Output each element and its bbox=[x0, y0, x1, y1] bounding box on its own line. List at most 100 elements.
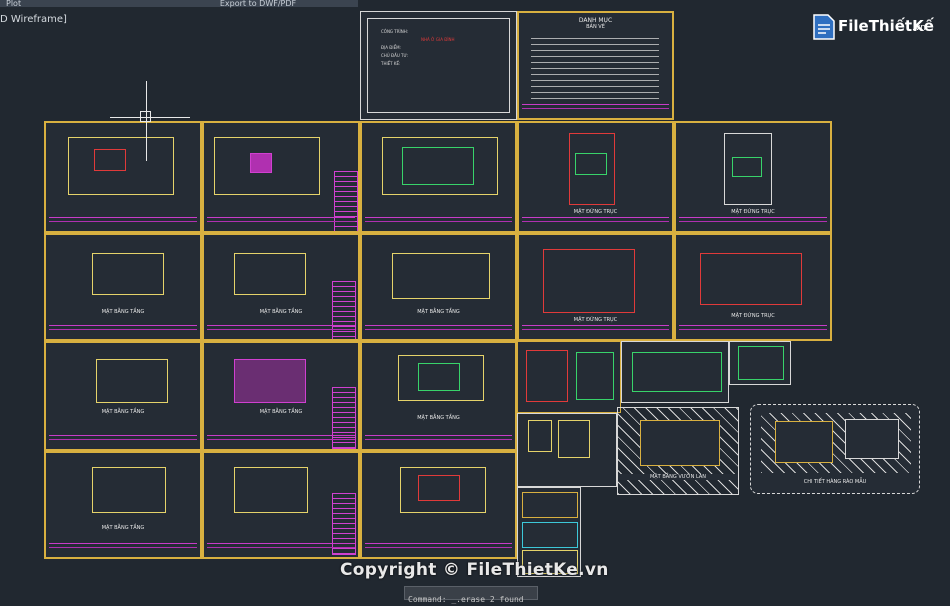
sheet-fence-detail[interactable]: CHI TIẾT HÀNG RÀO MẪU bbox=[750, 404, 920, 494]
window bbox=[575, 153, 607, 175]
title-block bbox=[365, 217, 512, 228]
sheet-electrical-plan-2[interactable]: MẶT BẰNG TẦNG bbox=[202, 341, 360, 451]
export-label: Export to DWF/PDF bbox=[219, 0, 297, 8]
floor-plan-outline bbox=[92, 253, 164, 295]
floor-plan-outline bbox=[392, 253, 490, 299]
pickbox bbox=[140, 111, 151, 122]
window bbox=[732, 157, 762, 177]
drawing-label: MẶT BẰNG TẦNG bbox=[417, 415, 460, 421]
drawing-label: MẶT BẰNG TẦNG bbox=[259, 309, 303, 315]
sheet-second-floor-plan[interactable]: MẶT BẰNG TẦNG bbox=[44, 233, 202, 341]
drawing-label: MẶT ĐỨNG TRỤC bbox=[731, 209, 775, 215]
title-block bbox=[49, 325, 197, 336]
drawing-label: MẶT BẰNG TẦNG bbox=[101, 409, 145, 415]
sheet-furniture-plan[interactable] bbox=[360, 121, 517, 233]
garden-outline bbox=[640, 420, 720, 466]
sheet-garden-plan[interactable]: MẶT BẰNG VƯỜN LAN bbox=[617, 407, 739, 495]
drawing-label: MẶT ĐỨNG TRỤC bbox=[573, 317, 618, 323]
fence-elevation bbox=[845, 419, 899, 459]
cover-line: NHÀ Ở GIA ĐÌNH bbox=[421, 37, 455, 42]
index-sheet[interactable]: DANH MỤC BẢN VẼ bbox=[517, 11, 674, 120]
gate-elevation bbox=[522, 492, 578, 518]
index-subtitle: BẢN VẼ bbox=[586, 24, 605, 30]
sheet-section[interactable]: MẶT ĐỨNG TRỤC bbox=[517, 233, 674, 341]
sheet-ceiling-plan[interactable]: MẶT BẰNG TẦNG bbox=[360, 341, 517, 451]
drawing-label: MẶT BẰNG VƯỜN LAN bbox=[618, 474, 738, 480]
plot-button[interactable]: Plot bbox=[0, 0, 146, 8]
export-button[interactable]: Export to DWF/PDF bbox=[152, 0, 358, 8]
sheet-roof-plan[interactable]: MẶT BẰNG TẦNG bbox=[202, 233, 360, 341]
fence-plan bbox=[775, 421, 833, 463]
drawing-label: MẶT BẰNG TẦNG bbox=[417, 309, 460, 315]
title-block bbox=[365, 543, 512, 554]
plot-label: Plot bbox=[6, 0, 22, 8]
sheet-plumbing-plan-1[interactable]: MẶT BẰNG TẦNG bbox=[44, 451, 202, 559]
drawing-label: MẶT BẰNG TẦNG bbox=[101, 309, 145, 315]
title-block bbox=[679, 325, 827, 336]
sheet-window-detail[interactable] bbox=[621, 341, 729, 403]
sheet-plumbing-plan-2[interactable] bbox=[202, 451, 360, 559]
railing-detail bbox=[528, 420, 552, 452]
site-logo: FileThiếtKế .vn bbox=[812, 13, 934, 43]
sheet-finishing-plan[interactable] bbox=[360, 451, 517, 559]
file-icon bbox=[813, 14, 835, 40]
model-space[interactable]: Plot Export to DWF/PDF D Wireframe] CÔNG… bbox=[0, 0, 950, 604]
title-block bbox=[522, 325, 669, 336]
drawing-label: MẶT ĐỨNG TRỤC bbox=[573, 209, 618, 215]
stair-detail bbox=[526, 350, 568, 402]
title-block bbox=[49, 217, 197, 228]
sheet-plan-detail[interactable]: MẶT BẰNG TẦNG bbox=[360, 233, 517, 341]
floor-plan-outline bbox=[234, 359, 306, 403]
sheet-rear-elevation[interactable]: MẶT ĐỨNG TRỤC bbox=[674, 233, 832, 341]
sheet-electrical-plan-1[interactable]: MẶT BẰNG TẦNG bbox=[44, 341, 202, 451]
title-block bbox=[207, 543, 355, 554]
drawing-label: MẶT ĐỨNG TRỤC bbox=[731, 313, 775, 319]
command-line-text: Command: _.erase 2 found bbox=[408, 595, 524, 604]
drawing-label: MẶT BẰNG TẦNG bbox=[101, 525, 145, 531]
title-block bbox=[522, 104, 669, 115]
room bbox=[94, 149, 126, 171]
visual-style-control[interactable]: D Wireframe] bbox=[0, 14, 67, 25]
sheet-railing-detail[interactable] bbox=[517, 413, 617, 487]
window-detail bbox=[632, 352, 722, 392]
title-block bbox=[49, 543, 197, 554]
copyright-watermark: Copyright © FileThietKe.vn bbox=[340, 560, 609, 580]
cover-sheet[interactable]: CÔNG TRÌNH: NHÀ Ở GIA ĐÌNH ĐỊA ĐIỂM: CHỦ… bbox=[360, 11, 517, 120]
sheet-stair-detail[interactable] bbox=[517, 341, 621, 413]
drawing-label: MẶT BẰNG TẦNG bbox=[259, 409, 303, 415]
drawing-label: CHI TIẾT HÀNG RÀO MẪU bbox=[803, 479, 867, 485]
title-block bbox=[207, 435, 355, 446]
sheet-side-elevation[interactable]: MẶT ĐỨNG TRỤC bbox=[674, 121, 832, 233]
stair-section bbox=[576, 352, 614, 400]
title-block bbox=[679, 217, 827, 228]
railing-detail bbox=[558, 420, 590, 458]
cover-line: CÔNG TRÌNH: bbox=[381, 29, 409, 34]
floor-plan-outline bbox=[234, 253, 306, 295]
furniture-layout bbox=[402, 147, 474, 185]
title-block bbox=[365, 325, 512, 336]
index-table bbox=[531, 33, 659, 99]
cover-line: THIẾT KẾ: bbox=[381, 61, 401, 66]
cover-line: CHỦ ĐẦU TƯ: bbox=[381, 53, 409, 58]
sheet-first-floor-plan[interactable] bbox=[202, 121, 360, 233]
floor-plan-outline bbox=[92, 467, 166, 513]
gate-elevation bbox=[522, 522, 578, 548]
cover-text: CÔNG TRÌNH: NHÀ Ở GIA ĐÌNH ĐỊA ĐIỂM: CHỦ… bbox=[381, 28, 455, 68]
floor-plan-outline bbox=[234, 467, 308, 513]
room bbox=[250, 153, 272, 173]
title-block bbox=[365, 435, 512, 446]
title-block bbox=[207, 217, 355, 228]
sheet-ground-floor-plan[interactable] bbox=[44, 121, 202, 233]
sheet-door-detail[interactable] bbox=[729, 341, 791, 385]
sheet-front-elevation[interactable]: MẶT ĐỨNG TRỤC bbox=[517, 121, 674, 233]
floor-plan-outline bbox=[96, 359, 168, 403]
room bbox=[418, 475, 460, 501]
furniture-layout bbox=[418, 363, 460, 391]
title-block bbox=[522, 217, 669, 228]
command-line[interactable]: Command: _.erase 2 found bbox=[404, 586, 538, 604]
logo-suffix: .vn bbox=[912, 23, 926, 33]
door-detail bbox=[738, 346, 784, 380]
index-title: DANH MỤC bbox=[578, 17, 613, 24]
section-outline bbox=[543, 249, 635, 313]
cover-line: ĐỊA ĐIỂM: bbox=[381, 45, 401, 50]
